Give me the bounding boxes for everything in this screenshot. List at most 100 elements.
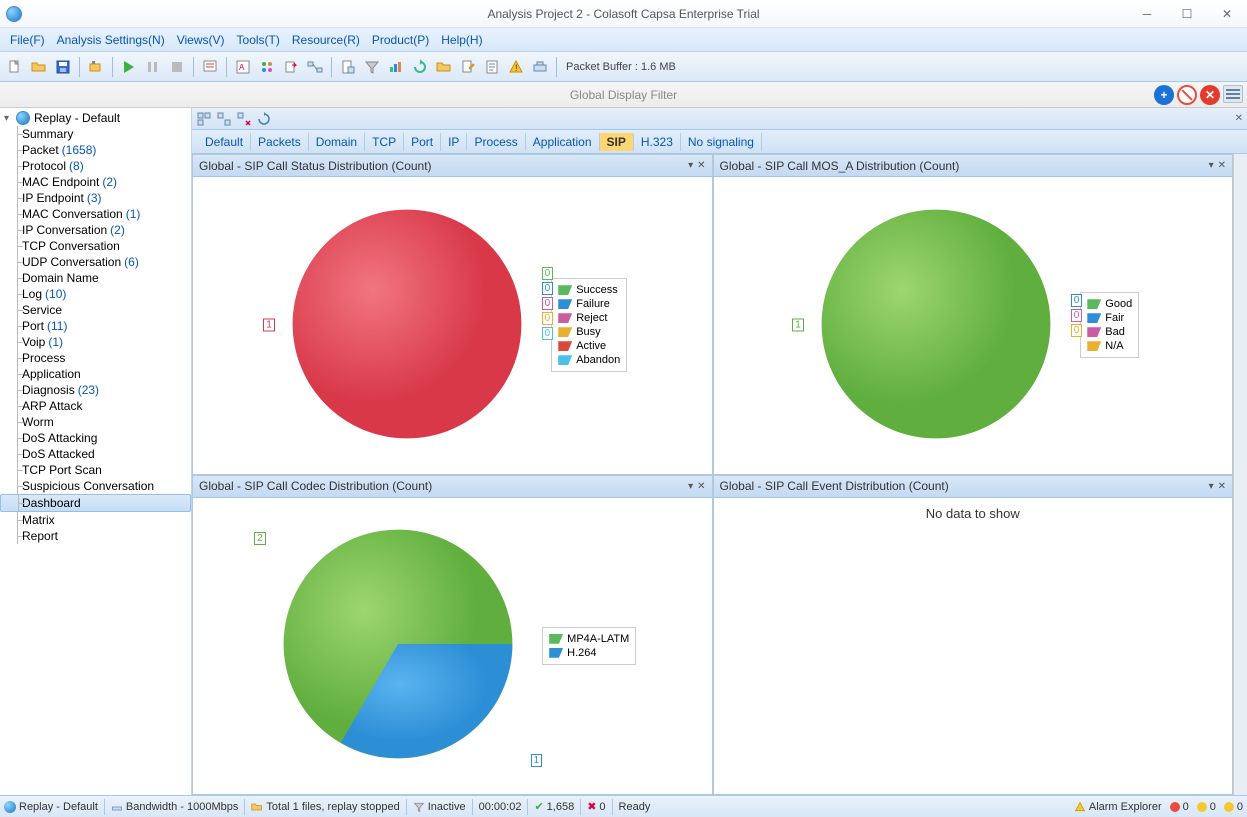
grid-edit-icon[interactable] [216, 111, 232, 127]
task-icon[interactable] [256, 56, 278, 78]
tree-item-diagnosis[interactable]: Diagnosis(23) [0, 382, 191, 398]
tab-application[interactable]: Application [526, 133, 600, 151]
panel-close-icon[interactable]: ✕ [697, 481, 705, 492]
status-ready: Ready [619, 801, 651, 813]
grid-add-icon[interactable] [196, 111, 212, 127]
tree-item-mac-conversation[interactable]: MAC Conversation(1) [0, 206, 191, 222]
decode-icon[interactable] [337, 56, 359, 78]
tree-item-ip-conversation[interactable]: IP Conversation(2) [0, 222, 191, 238]
menu-item[interactable]: Product(P) [366, 31, 435, 49]
tree-item-service[interactable]: Service [0, 302, 191, 318]
tree-item-suspicious-conversation[interactable]: Suspicious Conversation [0, 478, 191, 494]
panel-close-icon[interactable]: ✕ [697, 160, 705, 171]
options-icon[interactable] [529, 56, 551, 78]
maximize-button[interactable]: ☐ [1167, 2, 1207, 26]
tab-no-signaling[interactable]: No signaling [681, 133, 762, 151]
panel-close-icon[interactable]: ✕ [1218, 481, 1226, 492]
add-filter-icon[interactable]: + [1154, 85, 1174, 105]
tab-domain[interactable]: Domain [309, 133, 365, 151]
tree-item-voip[interactable]: Voip(1) [0, 334, 191, 350]
panel-menu-icon[interactable]: ▾ [1209, 160, 1214, 171]
tree-item-udp-conversation[interactable]: UDP Conversation(6) [0, 254, 191, 270]
export-icon[interactable] [280, 56, 302, 78]
tree-item-worm[interactable]: Worm [0, 414, 191, 430]
save-icon[interactable] [52, 56, 74, 78]
minimize-button[interactable]: ─ [1127, 2, 1167, 26]
tree-item-port[interactable]: Port(11) [0, 318, 191, 334]
tree-item-domain-name[interactable]: Domain Name [0, 270, 191, 286]
clear-filter-icon[interactable]: ✕ [1200, 85, 1220, 105]
tree-item-process[interactable]: Process [0, 350, 191, 366]
replay-icon [16, 111, 30, 125]
tree-item-protocol[interactable]: Protocol(8) [0, 158, 191, 174]
stop-icon[interactable] [166, 56, 188, 78]
menu-item[interactable]: Views(V) [171, 31, 231, 49]
panel-menu-icon[interactable]: ▾ [688, 481, 693, 492]
play-icon[interactable] [118, 56, 140, 78]
close-button[interactable]: ✕ [1207, 2, 1247, 26]
tree-item-packet[interactable]: Packet(1658) [0, 142, 191, 158]
tree-item-mac-endpoint[interactable]: MAC Endpoint(2) [0, 174, 191, 190]
grid-delete-icon[interactable] [236, 111, 252, 127]
status-bandwidth[interactable]: Bandwidth - 1000Mbps [111, 801, 239, 813]
tree-item-summary[interactable]: Summary [0, 126, 191, 142]
tree-item-matrix[interactable]: Matrix [0, 512, 191, 528]
name-table-icon[interactable]: A [232, 56, 254, 78]
tree-item-tcp-conversation[interactable]: TCP Conversation [0, 238, 191, 254]
tab-process[interactable]: Process [467, 133, 525, 151]
legend: GoodFairBadN/A [1080, 292, 1139, 358]
tab-h-323[interactable]: H.323 [634, 133, 681, 151]
menu-item[interactable]: Resource(R) [286, 31, 366, 49]
menu-item[interactable]: Help(H) [435, 31, 488, 49]
tab-default[interactable]: Default [198, 133, 251, 151]
tab-sip[interactable]: SIP [600, 133, 634, 151]
filter-icon[interactable] [361, 56, 383, 78]
new-file-icon[interactable] [4, 56, 26, 78]
tree-item-tcp-port-scan[interactable]: TCP Port Scan [0, 462, 191, 478]
legend-row: Success [558, 283, 620, 297]
panel-menu-icon[interactable]: ▾ [688, 160, 693, 171]
tree-item-arp-attack[interactable]: ARP Attack [0, 398, 191, 414]
collapse-icon[interactable]: ▾ [4, 113, 14, 124]
pause-icon[interactable] [142, 56, 164, 78]
alarm-red[interactable]: 0 [1170, 801, 1189, 813]
tree-item-report[interactable]: Report [0, 528, 191, 544]
adapter-icon[interactable] [85, 56, 107, 78]
edit-icon[interactable] [457, 56, 479, 78]
tree-item-log[interactable]: Log(10) [0, 286, 191, 302]
tree-root[interactable]: ▾ Replay - Default [0, 110, 191, 126]
tree-item-application[interactable]: Application [0, 366, 191, 382]
block-filter-icon[interactable] [1177, 85, 1197, 105]
tab-packets[interactable]: Packets [251, 133, 309, 151]
tree-item-ip-endpoint[interactable]: IP Endpoint(3) [0, 190, 191, 206]
panel-menu-icon[interactable]: ▾ [1209, 481, 1214, 492]
tree-item-dos-attacked[interactable]: DoS Attacked [0, 446, 191, 462]
tab-tcp[interactable]: TCP [365, 133, 404, 151]
alarm-yellow[interactable]: 0 [1197, 801, 1216, 813]
alarm-green[interactable]: 0 [1224, 801, 1243, 813]
network-icon[interactable] [304, 56, 326, 78]
alert-icon[interactable]: ! [505, 56, 527, 78]
app-icon [6, 6, 22, 22]
view-mode-icon[interactable] [1223, 85, 1243, 103]
tab-port[interactable]: Port [404, 133, 441, 151]
tree-item-dashboard[interactable]: Dashboard [0, 494, 191, 512]
status-replay[interactable]: Replay - Default [4, 801, 98, 813]
folder-icon[interactable] [433, 56, 455, 78]
menu-item[interactable]: Analysis Settings(N) [51, 31, 171, 49]
tree-item-label: Diagnosis [22, 383, 75, 397]
alarm-explorer[interactable]: Alarm Explorer [1074, 801, 1162, 813]
menu-item[interactable]: Tools(T) [231, 31, 286, 49]
open-folder-icon[interactable] [28, 56, 50, 78]
chart-icon[interactable] [385, 56, 407, 78]
reset-icon[interactable] [256, 111, 272, 127]
tab-ip[interactable]: IP [441, 133, 467, 151]
config-icon[interactable] [199, 56, 221, 78]
menu-item[interactable]: File(F) [4, 31, 51, 49]
refresh-icon[interactable] [409, 56, 431, 78]
vertical-scrollbar[interactable] [1233, 154, 1247, 795]
panel-close-icon[interactable]: ✕ [1218, 160, 1226, 171]
report-icon[interactable] [481, 56, 503, 78]
panel-close-icon[interactable]: ✕ [1235, 113, 1243, 124]
tree-item-dos-attacking[interactable]: DoS Attacking [0, 430, 191, 446]
